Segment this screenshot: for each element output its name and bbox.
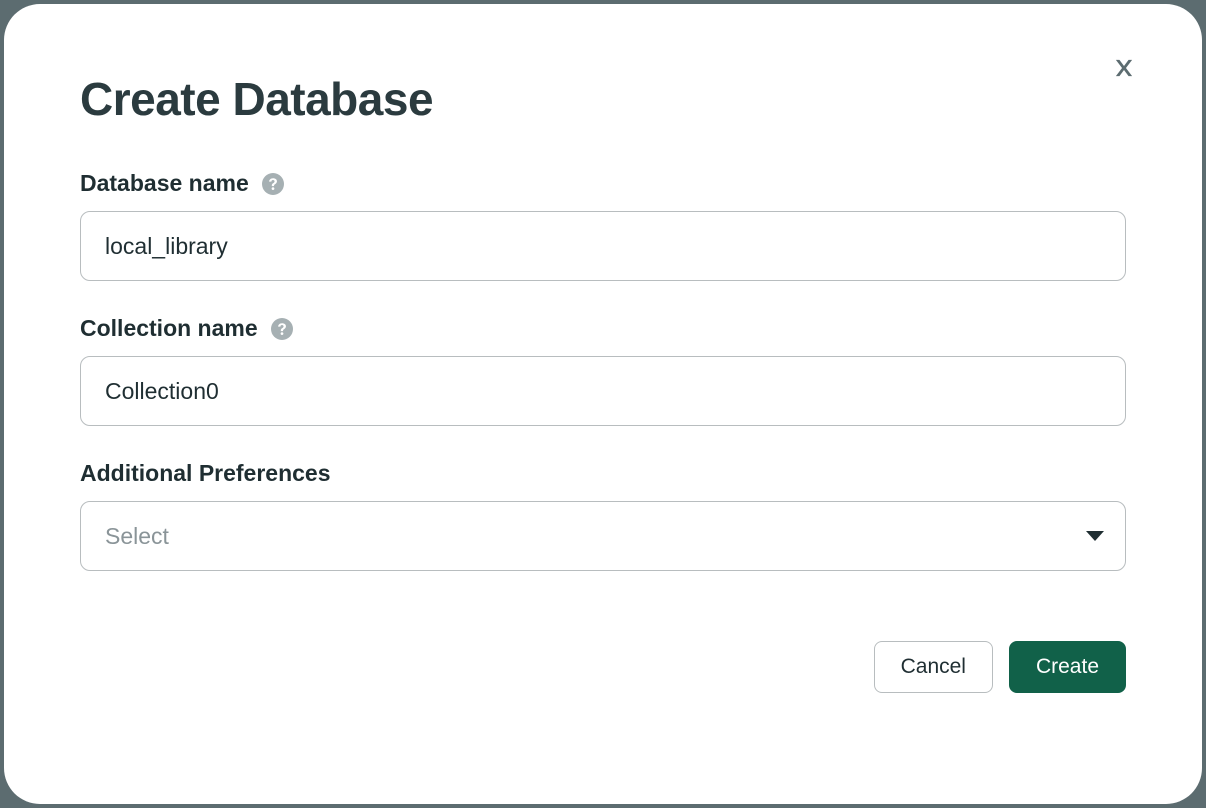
select-placeholder: Select [105,523,169,550]
close-icon [1111,55,1137,86]
additional-preferences-select[interactable]: Select [80,501,1126,571]
collection-name-label: Collection name [80,315,258,342]
modal-footer: Cancel Create [80,641,1126,693]
collection-name-group: Collection name [80,315,1126,426]
close-button[interactable] [1106,52,1142,88]
cancel-button[interactable]: Cancel [874,641,993,693]
database-name-group: Database name [80,170,1126,281]
create-database-modal: Create Database Database name Collection… [4,4,1202,804]
create-button[interactable]: Create [1009,641,1126,693]
database-name-input[interactable] [80,211,1126,281]
modal-title: Create Database [80,72,1126,126]
help-icon[interactable] [270,317,294,341]
database-name-label: Database name [80,170,249,197]
additional-preferences-label: Additional Preferences [80,460,331,487]
collection-name-input[interactable] [80,356,1126,426]
additional-preferences-group: Additional Preferences Select [80,460,1126,571]
help-icon[interactable] [261,172,285,196]
